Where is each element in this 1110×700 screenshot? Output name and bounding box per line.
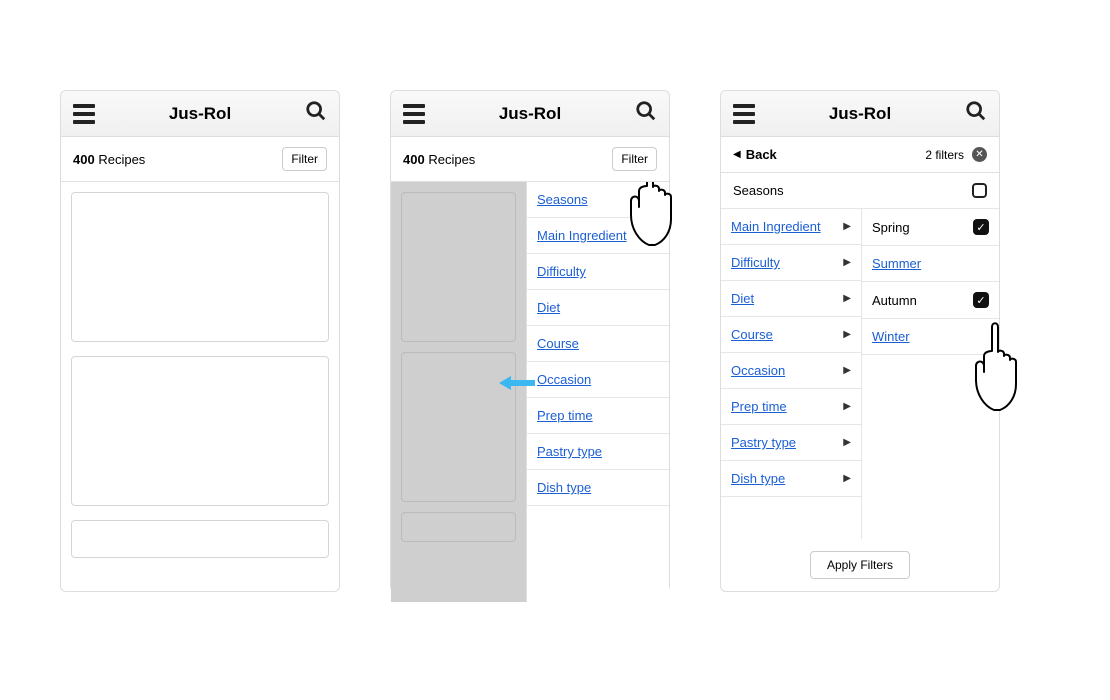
- category-item[interactable]: Prep time: [527, 398, 669, 434]
- category-item[interactable]: Occasion▶: [721, 353, 861, 389]
- category-item[interactable]: Pastry type▶: [721, 425, 861, 461]
- filter-overlay: 400 Recipes Filter Seasons Main Ingredie…: [391, 137, 669, 591]
- recipes-subheader: 400 Recipes Filter: [391, 137, 669, 182]
- menu-icon[interactable]: [403, 104, 425, 124]
- checkbox-checked-icon[interactable]: ✓: [973, 292, 989, 308]
- option-summer[interactable]: Summer: [862, 246, 999, 282]
- app-title: Jus-Rol: [499, 104, 561, 124]
- chevron-right-icon: ▶: [843, 437, 851, 448]
- recipes-subheader: 400 Recipes Filter: [61, 137, 339, 182]
- arrow-left-icon: [499, 376, 535, 390]
- checkbox-checked-icon[interactable]: ✓: [973, 219, 989, 235]
- checkbox-icon[interactable]: [972, 183, 987, 198]
- options-column: Spring✓ Summer Autumn✓ Winter: [861, 209, 999, 539]
- category-item[interactable]: Occasion: [527, 362, 669, 398]
- app-header: Jus-Rol: [391, 91, 669, 137]
- recipe-list: [61, 182, 339, 568]
- recipe-card[interactable]: [71, 192, 329, 342]
- app-header: Jus-Rol: [721, 91, 999, 137]
- category-item[interactable]: Seasons: [527, 182, 669, 218]
- search-icon[interactable]: [305, 100, 327, 127]
- dimmed-background: [391, 182, 526, 602]
- chevron-right-icon: ▶: [843, 365, 851, 376]
- category-item[interactable]: Dish type▶: [721, 461, 861, 497]
- category-column: Main Ingredient▶ Difficulty▶ Diet▶ Cours…: [721, 209, 861, 539]
- option-winter[interactable]: Winter: [862, 319, 999, 355]
- category-item[interactable]: Diet▶: [721, 281, 861, 317]
- search-icon[interactable]: [965, 100, 987, 127]
- category-item[interactable]: Main Ingredient: [527, 218, 669, 254]
- option-autumn[interactable]: Autumn✓: [862, 282, 999, 319]
- filter-button[interactable]: Filter: [282, 147, 327, 171]
- option-spring[interactable]: Spring✓: [862, 209, 999, 246]
- chevron-right-icon: ▶: [843, 257, 851, 268]
- screen-filter-detail: Jus-Rol ◀ Back 2 filters ✕ Seasons Main …: [720, 90, 1000, 592]
- apply-filters-button[interactable]: Apply Filters: [810, 551, 910, 579]
- recipe-count: 400 Recipes: [73, 152, 145, 167]
- recipe-count: 400 Recipes: [403, 152, 475, 167]
- filter-button[interactable]: Filter: [612, 147, 657, 171]
- menu-icon[interactable]: [733, 104, 755, 124]
- app-title: Jus-Rol: [169, 104, 231, 124]
- screen-filter-panel: Jus-Rol 400 Recipes Filter Seasons Main …: [390, 90, 670, 592]
- back-button[interactable]: ◀ Back: [733, 147, 777, 162]
- recipe-card[interactable]: [71, 520, 329, 558]
- category-header-seasons[interactable]: Seasons: [721, 173, 999, 209]
- category-item[interactable]: Difficulty: [527, 254, 669, 290]
- chevron-right-icon: ▶: [843, 401, 851, 412]
- filter-count-label: 2 filters: [925, 148, 964, 162]
- filter-subheader: ◀ Back 2 filters ✕: [721, 137, 999, 173]
- screen-initial: Jus-Rol 400 Recipes Filter: [60, 90, 340, 592]
- search-icon[interactable]: [635, 100, 657, 127]
- chevron-right-icon: ▶: [843, 329, 851, 340]
- app-title: Jus-Rol: [829, 104, 891, 124]
- category-item[interactable]: Pastry type: [527, 434, 669, 470]
- category-item[interactable]: Course: [527, 326, 669, 362]
- caret-left-icon: ◀: [733, 149, 741, 160]
- category-item[interactable]: Dish type: [527, 470, 669, 506]
- chevron-right-icon: ▶: [843, 221, 851, 232]
- category-item[interactable]: Prep time▶: [721, 389, 861, 425]
- category-item[interactable]: Difficulty▶: [721, 245, 861, 281]
- category-item[interactable]: Course▶: [721, 317, 861, 353]
- category-item[interactable]: Main Ingredient▶: [721, 209, 861, 245]
- category-item[interactable]: Diet: [527, 290, 669, 326]
- menu-icon[interactable]: [73, 104, 95, 124]
- chevron-right-icon: ▶: [843, 293, 851, 304]
- category-panel: Seasons Main Ingredient Difficulty Diet …: [526, 182, 669, 602]
- recipe-card[interactable]: [71, 356, 329, 506]
- chevron-right-icon: ▶: [843, 473, 851, 484]
- clear-filters-icon[interactable]: ✕: [972, 147, 987, 162]
- app-header: Jus-Rol: [61, 91, 339, 137]
